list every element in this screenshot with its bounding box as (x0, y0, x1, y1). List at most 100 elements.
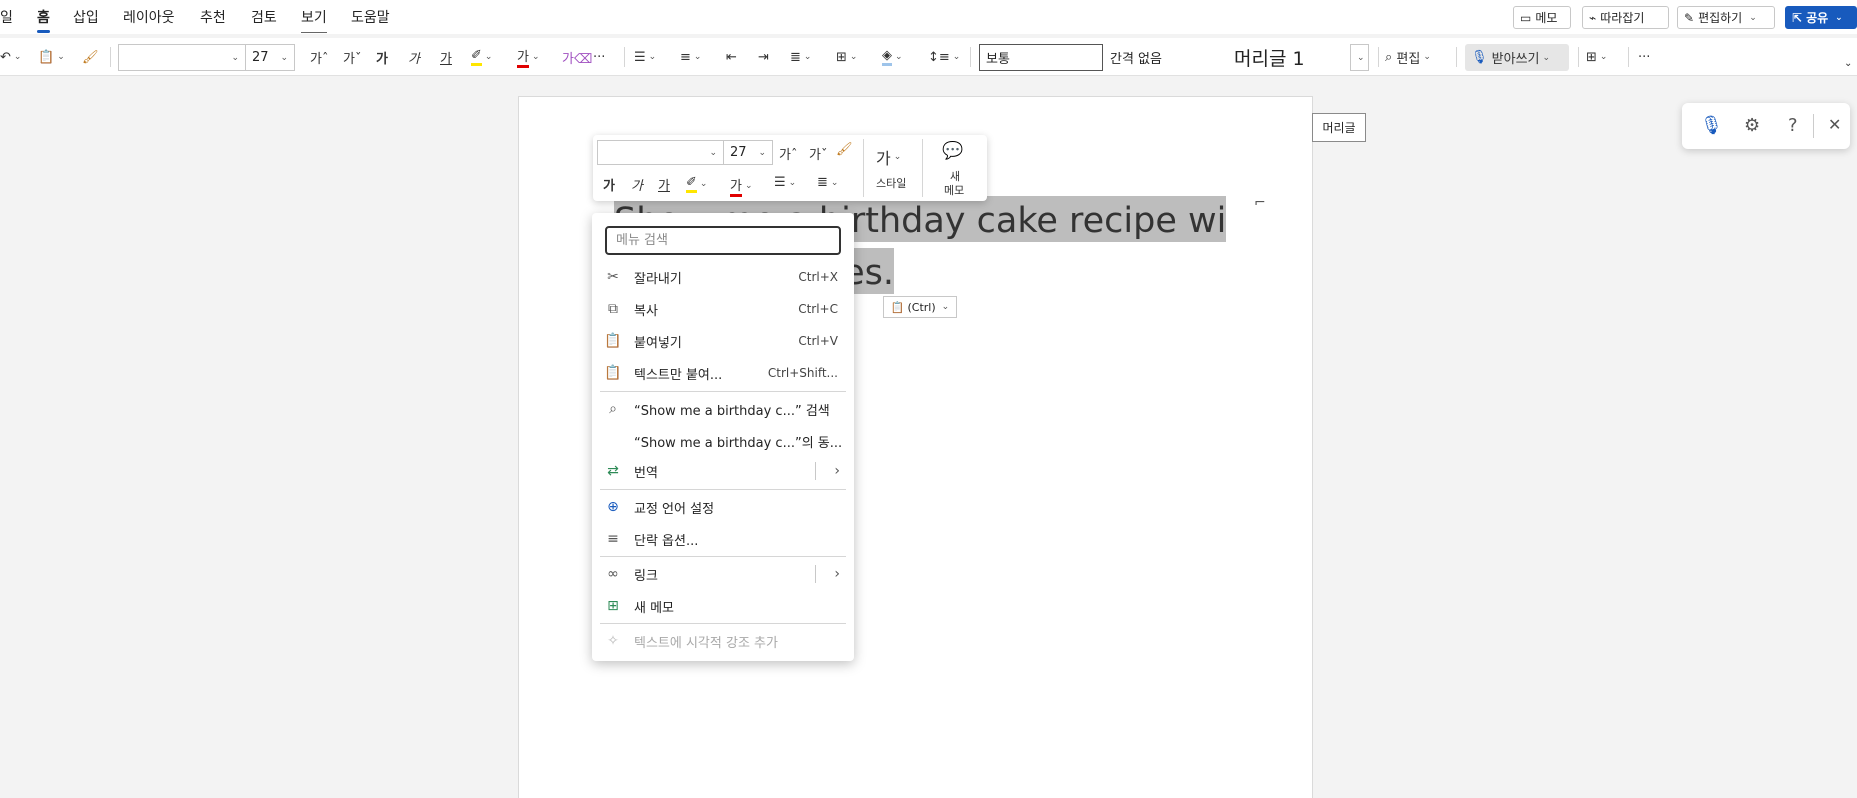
dictation-panel: 🎙 ⚙ ? ✕ (1682, 103, 1850, 149)
menu-item-search[interactable]: ⌕ “Show me a birthday c...” 검색 (592, 394, 854, 424)
share-icon: ⇱ (1792, 10, 1803, 25)
tab-file[interactable]: 일 (0, 7, 13, 27)
style-no-spacing[interactable]: 간격 없음 (1104, 44, 1228, 71)
memo-button[interactable]: ▭ 메모 (1513, 6, 1571, 29)
add-comment-icon[interactable]: ⌐ (1254, 195, 1266, 211)
menu-item-paste[interactable]: 📋 붙여넣기 Ctrl+V (592, 326, 854, 356)
menu-item-copy[interactable]: ⧉ 복사 Ctrl+C (592, 294, 854, 324)
menu-search-input[interactable] (605, 226, 841, 255)
font-size-dropdown[interactable]: 27 ⌄ (245, 44, 295, 71)
paste-options-chip[interactable]: 📋 (Ctrl) ⌄ (883, 296, 957, 318)
share-button[interactable]: ⇱ 공유 ⌄ (1785, 6, 1857, 29)
pencil-icon: ✎ (1684, 10, 1695, 25)
help-icon[interactable]: ? (1788, 115, 1798, 136)
bold-icon[interactable]: 가 (603, 175, 615, 194)
decrease-indent-icon[interactable]: ⇤ (726, 46, 737, 68)
comment-icon: ▭ (1520, 10, 1532, 25)
increase-indent-icon[interactable]: ⇥ (758, 46, 769, 68)
borders-icon[interactable]: ⊞ ⌄ (836, 46, 857, 68)
menu-item-cut[interactable]: ✂ 잘라내기 Ctrl+X (592, 262, 854, 292)
paragraph-icon: ≡ (607, 531, 619, 547)
editing-mode-button[interactable]: ✎ 편집하기 ⌄ (1677, 6, 1775, 29)
search-icon: ⌕ (609, 401, 617, 417)
gear-icon[interactable]: ⚙ (1744, 115, 1760, 136)
undo-icon[interactable]: ↶ ⌄ (0, 46, 21, 68)
mini-font-name-dropdown[interactable]: ⌄ (597, 140, 724, 165)
ribbon-collapse-icon[interactable]: ⌄ (1844, 52, 1852, 74)
context-menu: ✂ 잘라내기 Ctrl+X ⧉ 복사 Ctrl+C 📋 붙여넣기 Ctrl+V … (592, 213, 854, 661)
menu-item-translate[interactable]: ⇄ 번역 › (592, 456, 854, 486)
italic-icon[interactable]: 가 (631, 175, 643, 194)
ribbon-toolbar: ↶ ⌄ 📋 ⌄ 🖌 ⌄ 27 ⌄ 가ˆ 가ˇ 가 가 가 ✐ ⌄ 가 ⌄ 가⌫ ··· ☰… (0, 38, 1857, 76)
underline-icon[interactable]: 가 (658, 175, 670, 194)
dictate-button[interactable]: 🎙 받아쓰기 ⌄ (1465, 44, 1569, 71)
tab-review[interactable]: 검토 (251, 7, 277, 27)
tab-home[interactable]: 홈 (37, 7, 50, 33)
align-icon[interactable]: ≣ ⌄ (790, 46, 811, 68)
menu-item-new-memo[interactable]: ⊞ 새 메모 (592, 591, 854, 621)
highlight-icon[interactable]: ✐ ⌄ (686, 175, 707, 193)
new-comment-icon: ⊞ (607, 598, 619, 614)
font-color-icon[interactable]: 가 ⌄ (730, 175, 753, 197)
paragraph-style-label: 머리글 (1312, 113, 1366, 142)
catchup-button[interactable]: ⌁ 따라잡기 (1582, 6, 1669, 29)
styles-expand-button[interactable]: ⌄ (1350, 44, 1369, 71)
mini-font-size-dropdown[interactable]: 27 ⌄ (723, 140, 773, 165)
font-name-dropdown[interactable]: ⌄ (118, 44, 246, 71)
bullets-icon[interactable]: ☰ ⌄ (634, 46, 656, 68)
numbering-icon[interactable]: ≡ ⌄ (680, 46, 701, 68)
shrink-font-icon[interactable]: 가ˇ (809, 144, 827, 163)
font-color-icon[interactable]: 가 ⌄ (517, 46, 540, 68)
new-memo-label-2: 메모 (944, 184, 965, 197)
microphone-icon[interactable]: 🎙 (1700, 115, 1723, 136)
align-icon[interactable]: ≣ ⌄ (817, 175, 838, 190)
styles-icon[interactable]: 가 ⌄ (876, 145, 901, 169)
find-button[interactable]: ⌕ 편집 ⌄ (1385, 46, 1431, 68)
paste-icon[interactable]: 📋 ⌄ (38, 46, 65, 68)
new-comment-icon[interactable]: 💬 (942, 141, 963, 161)
clear-format-icon[interactable]: 가⌫ (562, 46, 592, 68)
menu-item-synonyms[interactable]: “Show me a birthday c...”의 동... (592, 426, 854, 456)
bold-icon[interactable]: 가 (376, 46, 388, 68)
format-painter-icon[interactable]: 🖌 (836, 142, 853, 157)
chevron-down-icon: ⌄ (941, 302, 950, 312)
view-options-icon[interactable]: ⊞ ⌄ (1586, 46, 1607, 68)
menu-item-proofing-language[interactable]: ⊕ 교정 언어 설정 (592, 492, 854, 522)
tab-view[interactable]: 보기 (301, 7, 327, 33)
tab-layout[interactable]: 레이아웃 (123, 7, 175, 27)
shrink-font-icon[interactable]: 가ˇ (343, 46, 361, 68)
italic-icon[interactable]: 가 (408, 46, 420, 68)
chevron-right-icon: › (834, 463, 840, 479)
grow-font-icon[interactable]: 가ˆ (310, 46, 328, 68)
chevron-down-icon: ⌄ (1835, 12, 1843, 23)
style-normal[interactable]: 보통 (979, 44, 1103, 71)
style-heading1[interactable]: 머리글 1 (1228, 44, 1352, 71)
copy-icon: ⧉ (608, 301, 618, 317)
tab-help[interactable]: 도움말 (351, 7, 390, 27)
magic-wand-icon: ✧ (607, 633, 619, 649)
shading-icon[interactable]: ◈ ⌄ (882, 46, 903, 68)
close-icon[interactable]: ✕ (1828, 115, 1841, 134)
underline-icon[interactable]: 가 (440, 46, 452, 68)
microphone-icon: 🎙 (1471, 50, 1488, 65)
styles-button-label[interactable]: 스타일 (876, 175, 906, 191)
more-font-icon[interactable]: ··· (593, 46, 605, 68)
menu-item-link[interactable]: ∞ 링크 › (592, 559, 854, 589)
line-spacing-icon[interactable]: ↕≡ ⌄ (928, 46, 960, 68)
menu-bar: 일 홈 삽입 레이아웃 추천 검토 보기 도움말 ▭ 메모 ⌁ 따라잡기 ✎ 편집하기… (0, 0, 1857, 34)
tab-recommend[interactable]: 추천 (200, 7, 226, 27)
menu-item-paragraph-options[interactable]: ≡ 단락 옵션... (592, 524, 854, 554)
paste-icon: 📋 (604, 333, 622, 349)
clipboard-icon: 📋 (890, 300, 905, 314)
menu-item-paste-text-only[interactable]: 📋 텍스트만 붙여... Ctrl+Shift... (592, 358, 854, 388)
more-options-icon[interactable]: ··· (1638, 46, 1650, 68)
tab-insert[interactable]: 삽입 (73, 7, 99, 27)
menu-item-visual-emphasis[interactable]: ✧ 텍스트에 시각적 강조 추가 (592, 626, 854, 656)
highlight-icon[interactable]: ✐ ⌄ (471, 46, 492, 68)
bullets-icon[interactable]: ☰ ⌄ (774, 175, 796, 190)
grow-font-icon[interactable]: 가ˆ (779, 144, 797, 163)
chevron-right-icon: › (834, 566, 840, 582)
scissors-icon: ✂ (607, 269, 619, 285)
format-painter-icon[interactable]: 🖌 (82, 46, 99, 68)
pulse-icon: ⌁ (1589, 10, 1597, 25)
